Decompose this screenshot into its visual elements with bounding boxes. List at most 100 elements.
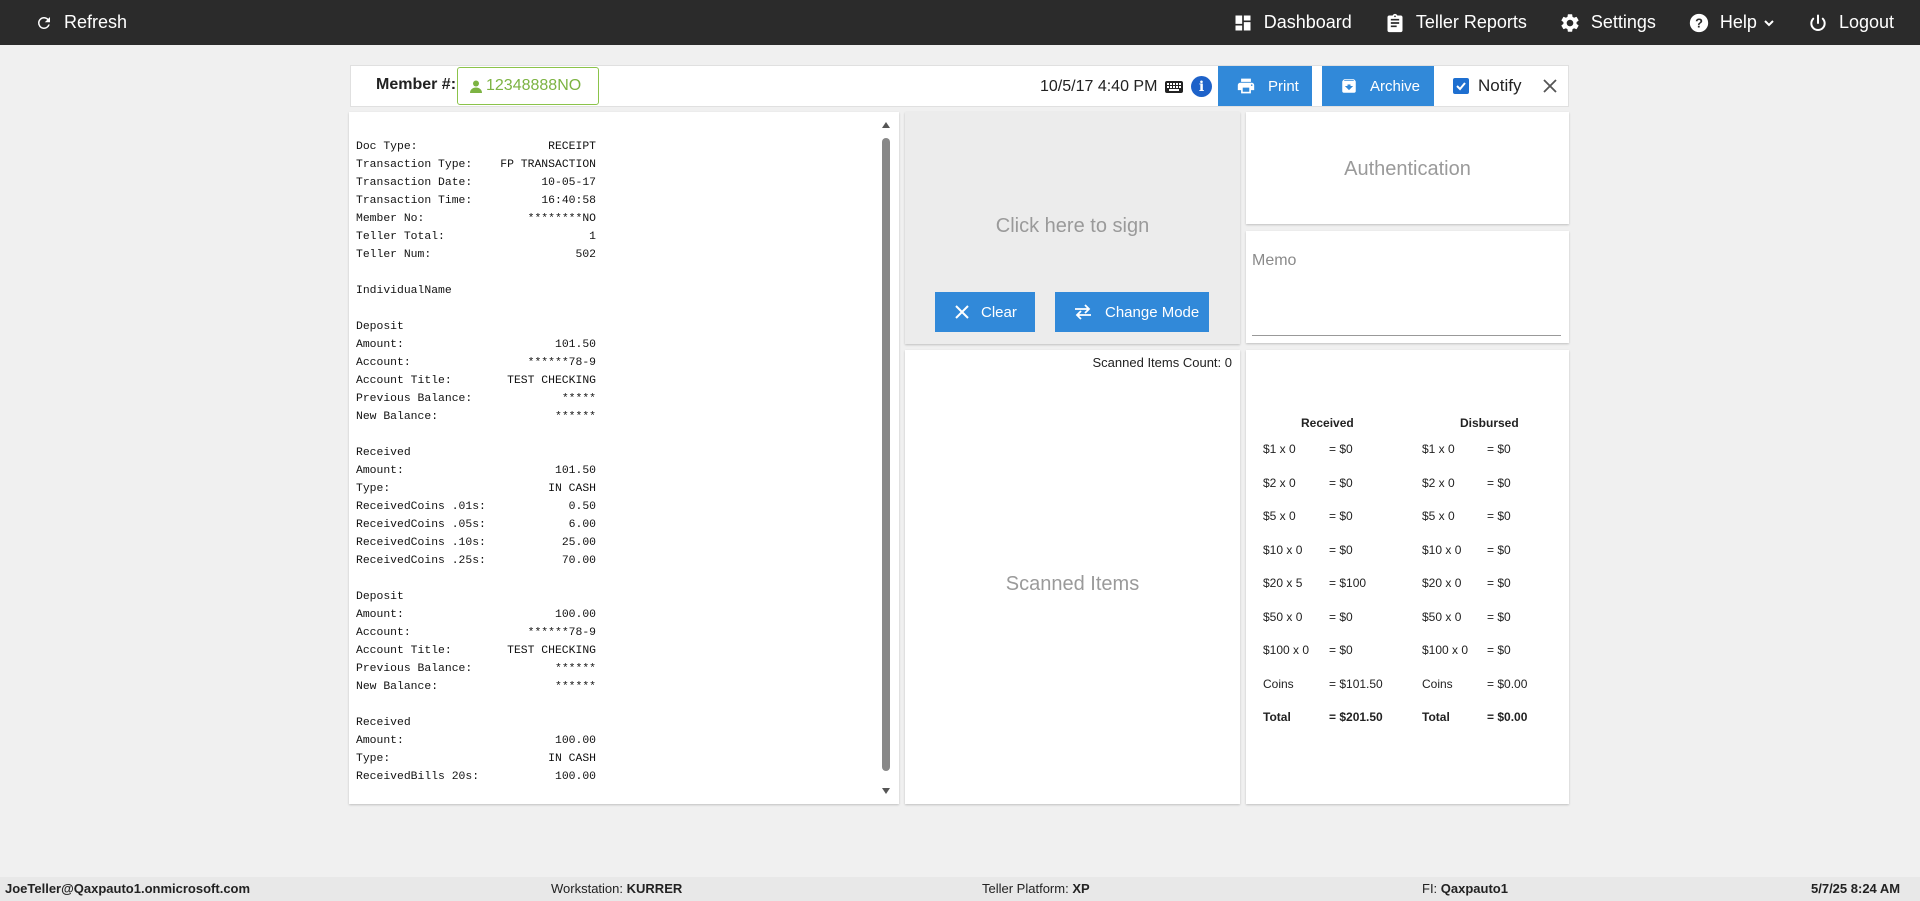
receipt-line: ReceivedCoins .10s: 25.00 [356,534,596,552]
user-icon [470,80,482,93]
received-denomination: $5 x 0 [1263,509,1296,523]
transaction-header: Member #: 12348888NO 10/5/17 4:40 PM i P… [350,65,1569,107]
footer-fi: FI: Qaxpauto1 [1422,881,1508,896]
receipt-line-value: ****** [554,681,596,693]
receipt-line-value: 70.00 [561,555,596,567]
nav-help[interactable]: ? Help [1688,12,1775,34]
cash-summary-panel: Received Disbursed $1 x 0 = $0 $1 x 0 = $0 $… [1246,350,1569,804]
received-amount: = $101.50 [1329,676,1383,691]
receipt-line-label: Doc Type: [356,141,418,153]
receipt-line: Amount: 100.00 [356,732,596,750]
authentication-panel[interactable]: Authentication [1246,112,1569,224]
receipt-line: Transaction Time: 16:40:58 [356,192,596,210]
receipt-line-value: 100.00 [554,735,596,747]
clear-button[interactable]: Clear [935,292,1035,332]
refresh-button[interactable]: Refresh [0,0,127,45]
receipt-line-value: ********NO [527,213,596,225]
fi-label: FI: [1422,881,1438,896]
scroll-thumb[interactable] [882,138,890,771]
nav-teller-reports[interactable]: Teller Reports [1384,12,1527,34]
disbursed-denomination: $100 x 0 [1422,643,1469,657]
receipt-blank-line [356,300,596,318]
memo-input[interactable] [1252,252,1561,336]
receipt-line-label: Account Title: [356,645,452,657]
receipt-line-label: Received [356,447,411,459]
nav-dashboard[interactable]: Dashboard [1232,12,1352,34]
receipt-line-label: New Balance: [356,681,439,693]
scroll-down-arrow[interactable] [882,788,890,794]
receipt-line-label: Received [356,717,411,729]
receipt-line-value: 100.00 [554,609,596,621]
scroll-up-arrow[interactable] [882,122,890,128]
change-mode-label: Change Mode [1105,303,1200,321]
change-mode-button[interactable]: Change Mode [1055,292,1209,332]
receipt-line-label: Amount: [356,735,404,747]
receipt-line-label: Account: [356,357,411,369]
keyboard-icon[interactable] [1164,78,1184,96]
receipt-line: Teller Total: 1 [356,228,596,246]
receipt-line-value: TEST CHECKING [507,645,596,657]
received-header: Received [1301,416,1354,430]
receipt-line: Deposit [356,588,596,606]
clear-label: Clear [981,303,1017,321]
teller-reports-label: Teller Reports [1415,12,1527,32]
member-number-field[interactable]: 12348888NO [457,67,599,105]
received-denomination: $20 x 5 [1263,576,1303,590]
receipt-line: ReceivedCoins .01s: 0.50 [356,498,596,516]
received-denomination: $100 x 0 [1263,643,1310,657]
receipt-line: Type: IN CASH [356,750,596,768]
settings-label: Settings [1590,12,1656,32]
help-icon: ? [1688,12,1710,34]
archive-button[interactable]: Archive [1322,66,1434,106]
received-amount: = $0 [1329,643,1353,657]
receipt-line: ReceivedBills 20s: 100.00 [356,768,596,786]
signature-prompt[interactable]: Click here to sign [905,215,1240,238]
receipt-line-value: 6.00 [568,519,596,531]
receipt-line-value: RECEIPT [548,141,596,153]
receipt-line: Transaction Date: 10-05-17 [356,174,596,192]
cash-row: $10 x 0 = $0 $10 x 0 = $0 [1263,543,1563,559]
disbursed-header: Disbursed [1460,416,1519,430]
disbursed-amount: = $0 [1487,442,1511,456]
receipt-line-value: 10-05-17 [541,177,596,189]
disbursed-amount: = $0 [1487,475,1511,490]
receipt-line-label: Amount: [356,339,404,351]
nav-settings[interactable]: Settings [1559,12,1656,34]
help-label: Help [1719,12,1757,32]
receipt-line: Amount: 101.50 [356,462,596,480]
receipt-line: Amount: 101.50 [356,336,596,354]
signature-pad[interactable]: Click here to sign Clear Change Mode [905,112,1240,344]
nav-logout[interactable]: Logout [1807,12,1894,34]
receipt-line-label: ReceivedBills 20s: [356,771,480,783]
receipt-line-value: ******78-9 [527,357,596,369]
receipt-line: Account: ******78-9 [356,354,596,372]
cash-row: Total = $201.50 Total = $0.00 [1263,710,1563,726]
receipt-line-label: ReceivedCoins .25s: [356,555,486,567]
cash-row: $5 x 0 = $0 $5 x 0 = $0 [1263,509,1563,525]
receipt-line-value: 16:40:58 [541,195,596,207]
receipt-blank-line [356,570,596,588]
notify-toggle[interactable]: Notify [1453,76,1521,96]
cash-row: $2 x 0 = $0 $2 x 0 = $0 [1263,476,1563,492]
disbursed-amount: = $0 [1487,609,1511,624]
clear-icon [955,305,969,319]
received-denomination: $1 x 0 [1263,442,1296,456]
footer-platform: Teller Platform: XP [982,881,1090,896]
disbursed-amount: = $0 [1487,509,1511,523]
receipt-line-label: Account Title: [356,375,452,387]
dashboard-label: Dashboard [1263,12,1352,32]
received-denomination: $10 x 0 [1263,542,1303,557]
print-label: Print [1268,77,1299,95]
authentication-label: Authentication [1344,158,1471,180]
receipt-line-value: ***** [561,393,596,405]
receipt-line: Teller Num: 502 [356,246,596,264]
checkbox-icon[interactable] [1453,78,1469,94]
top-navigation-bar: Refresh Dashboard Teller Reports Setting… [0,0,1920,45]
print-button[interactable]: Print [1218,66,1312,106]
workstation-value: KURRER [626,881,683,896]
close-icon[interactable] [1541,77,1559,95]
receipt-scrollbar[interactable] [880,122,892,794]
received-amount: = $0 [1329,542,1353,557]
info-icon[interactable]: i [1191,76,1212,97]
disbursed-amount: = $0 [1487,643,1511,657]
